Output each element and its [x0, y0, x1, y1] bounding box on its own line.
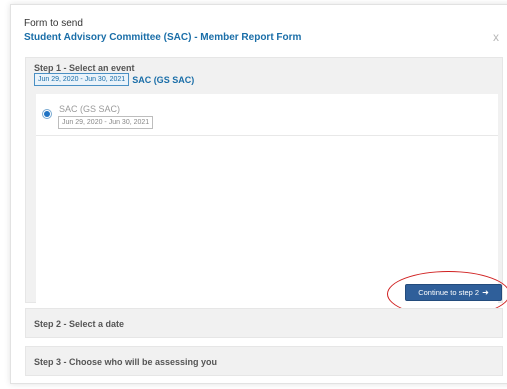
selected-event-summary: Jun 29, 2020 - Jun 30, 2021 SAC (GS SAC) [34, 73, 194, 86]
selected-date-chip: Jun 29, 2020 - Jun 30, 2021 [34, 73, 130, 86]
form-modal: Form to send Student Advisory Committee … [10, 4, 507, 384]
step-2-title: Step 2 - Select a date [34, 319, 125, 329]
event-option-name: SAC (GS SAC) [59, 104, 121, 114]
step-1-panel: Step 1 - Select an event Jun 29, 2020 - … [25, 57, 503, 332]
step-3-panel[interactable]: Step 3 - Choose who will be assessing yo… [25, 346, 503, 376]
form-caption: Form to send [24, 18, 83, 29]
step-3-title: Step 3 - Choose who will be assessing yo… [34, 357, 218, 367]
step-1-title: Step 1 - Select an event [34, 63, 135, 73]
continue-button-label: Continue to step 2 [418, 288, 480, 297]
event-option-date: Jun 29, 2020 - Jun 30, 2021 [58, 116, 154, 129]
arrow-right-icon: ➜ [482, 287, 489, 297]
event-radio[interactable] [42, 109, 52, 119]
form-title: Student Advisory Committee (SAC) - Membe… [24, 32, 302, 43]
step-2-panel[interactable]: Step 2 - Select a date [25, 308, 503, 338]
event-option[interactable]: SAC (GS SAC) Jun 29, 2020 - Jun 30, 2021 [36, 94, 498, 136]
modal-header: Form to send Student Advisory Committee … [24, 18, 507, 44]
close-icon[interactable]: x [493, 30, 499, 44]
selected-event-name: SAC (GS SAC) [132, 74, 195, 85]
continue-to-step-2-button[interactable]: Continue to step 2 ➜ [405, 284, 502, 301]
